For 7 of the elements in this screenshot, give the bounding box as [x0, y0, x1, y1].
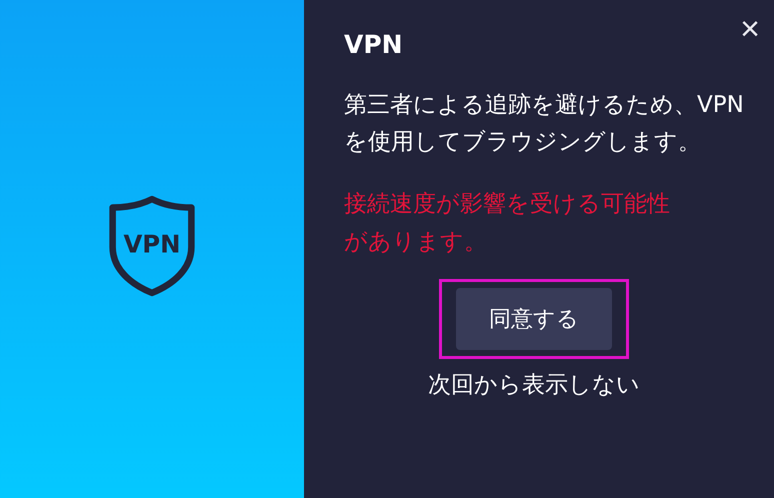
vpn-label: VPN — [123, 230, 181, 259]
close-button[interactable]: × — [740, 12, 760, 46]
dialog-title: VPN — [344, 30, 404, 59]
warning-text: 接続速度が影響を受ける可能性があります。 — [344, 190, 671, 257]
message-text: 第三者による追跡を避けるため、VPNを使用してブラウジングします。 — [344, 91, 744, 157]
agree-button[interactable]: 同意する — [456, 288, 612, 350]
dont-show-again-link[interactable]: 次回から表示しない — [428, 369, 640, 400]
